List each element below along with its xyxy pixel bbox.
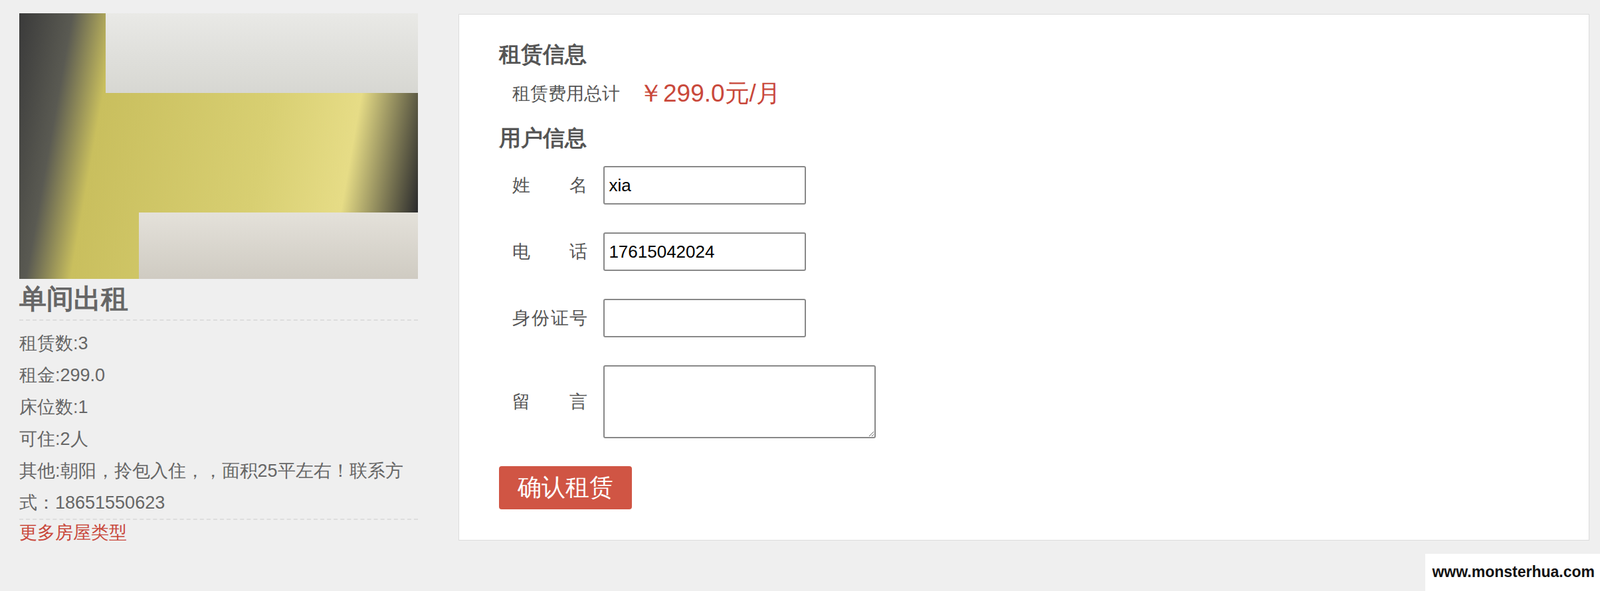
field-label: 姓名 [512,173,588,198]
text-input[interactable] [603,166,806,205]
order-panel: 租赁信息租赁费用总计 ￥299.0元/月用户信息姓名电话身份证号留言确认租赁 [458,13,1590,541]
watermark: www.monsterhua.com [1425,554,1600,591]
listing-detail: 其他:朝阳，拎包入住，，面积25平左右！联系方式：18651550623 [19,455,418,521]
room-photo [19,13,418,280]
form-row: 身份证号 [499,299,1563,338]
counter [138,212,418,280]
listing-detail: 租金:299.0 [19,359,418,392]
total-label: 租赁费用总计 [512,81,620,106]
rent-heading: 租赁信息 [499,39,1563,70]
listing-details: 租赁数:3租金:299.0床位数:1可住:2人其他:朝阳，拎包入住，，面积25平… [19,327,418,521]
total-value: ￥299.0元/月 [638,77,781,111]
text-input[interactable] [603,232,806,272]
field-label: 身份证号 [512,306,588,331]
listing-detail: 租赁数:3 [19,327,418,360]
form-row: 留言 [499,365,1563,439]
message-textarea[interactable] [603,365,876,439]
cabinet [105,13,418,94]
user-heading: 用户信息 [499,123,1563,153]
rental-page: 单间出租租赁数:3租金:299.0床位数:1可住:2人其他:朝阳，拎包入住，，面… [0,0,1600,591]
field-label: 留言 [512,390,588,414]
more-types-link[interactable]: 更多房屋类型 [19,520,418,546]
form-row: 电话 [499,232,1563,272]
text-input[interactable] [603,299,806,338]
listing-card: 单间出租租赁数:3租金:299.0床位数:1可住:2人其他:朝阳，拎包入住，，面… [19,13,418,546]
total-row: 租赁费用总计 ￥299.0元/月 [499,77,1563,111]
listing-detail: 可住:2人 [19,423,418,456]
confirm-button[interactable]: 确认租赁 [499,466,632,510]
listing-title: 单间出租 [19,283,418,321]
field-label: 电话 [512,239,588,264]
form-row: 姓名 [499,166,1563,205]
listing-detail: 床位数:1 [19,391,418,424]
